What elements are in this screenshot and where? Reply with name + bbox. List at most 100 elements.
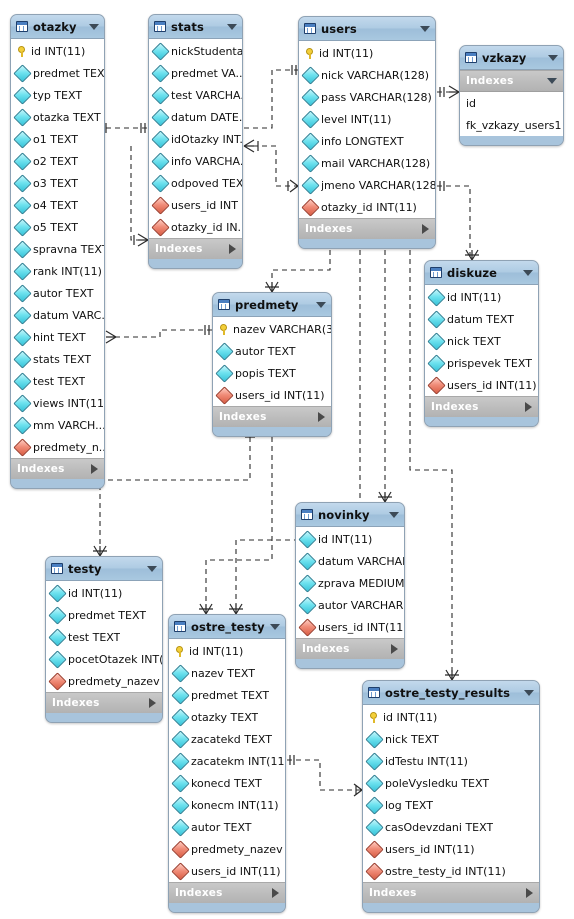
table-otazky[interactable]: otazky id INT(11) predmet TEXT typ TEXT otaz… [10,14,105,489]
triangle-down-icon[interactable] [523,269,533,276]
triangle-right-icon[interactable] [229,244,236,254]
triangle-down-icon[interactable] [420,25,430,32]
indexes-bar-otazky[interactable]: Indexes [11,458,104,479]
table-column[interactable]: id INT(11) [46,582,162,604]
table-testy[interactable]: testy id INT(11) predmet TEXT test TEXT poce… [45,556,163,723]
triangle-right-icon[interactable] [91,464,98,474]
table-column[interactable]: o1 TEXT [11,128,104,150]
table-column[interactable]: popis TEXT [213,362,331,384]
table-header-users[interactable]: users [299,17,435,41]
triangle-right-icon[interactable] [149,698,156,708]
table-column[interactable]: datum VARCHAR(15) [296,550,404,572]
triangle-down-icon[interactable] [524,689,534,696]
table-column[interactable]: o4 TEXT [11,194,104,216]
table-column[interactable]: konecd TEXT [169,772,285,794]
triangle-down-icon[interactable] [270,623,280,630]
table-column[interactable]: id INT(11) [169,640,285,662]
indexes-bar-ostre_testy[interactable]: Indexes [169,882,285,903]
index-item[interactable]: fk_vzkazy_users1 [460,114,563,136]
indexes-bar-users[interactable]: Indexes [299,218,435,239]
table-column[interactable]: id INT(11) [425,286,538,308]
table-column[interactable]: datum VARC... [11,304,104,326]
table-column[interactable]: predmety_nazev V... [46,670,162,692]
triangle-right-icon[interactable] [525,402,532,412]
table-column[interactable]: otazky TEXT [169,706,285,728]
table-column[interactable]: id INT(11) [363,706,539,728]
table-column[interactable]: users_id INT(11) [363,838,539,860]
table-column[interactable]: predmet TEXT [46,604,162,626]
table-column[interactable]: o3 TEXT [11,172,104,194]
table-diskuze[interactable]: diskuze id INT(11) datum TEXT nick TEXT pris… [424,260,539,427]
table-column[interactable]: test TEXT [11,370,104,392]
triangle-down-icon[interactable] [227,23,237,30]
indexes-bar-vzkazy[interactable]: Indexes [460,70,563,92]
table-header-vzkazy[interactable]: vzkazy [460,46,563,70]
table-column[interactable]: autor TEXT [169,816,285,838]
table-users[interactable]: users id INT(11) nick VARCHAR(128) pass VAR… [298,16,436,249]
indexes-bar-diskuze[interactable]: Indexes [425,396,538,417]
table-column[interactable]: autor TEXT [213,340,331,362]
table-column[interactable]: ostre_testy_id INT(11) [363,860,539,882]
table-header-testy[interactable]: testy [46,557,162,581]
table-column[interactable]: zprava MEDIUMTEXT [296,572,404,594]
table-column[interactable]: predmet VA... [149,62,242,84]
indexes-bar-novinky[interactable]: Indexes [296,638,404,659]
table-header-ostre_testy[interactable]: ostre_testy [169,615,285,639]
table-column[interactable]: datum TEXT [425,308,538,330]
table-column[interactable]: konecm INT(11) [169,794,285,816]
table-column[interactable]: users_id INT(11) [213,384,331,406]
table-column[interactable]: datum DATE... [149,106,242,128]
table-column[interactable]: otazka TEXT [11,106,104,128]
table-column[interactable]: otazky_id IN... [149,216,242,238]
table-column[interactable]: idTestu INT(11) [363,750,539,772]
table-column[interactable]: nick TEXT [363,728,539,750]
table-header-diskuze[interactable]: diskuze [425,261,538,285]
table-column[interactable]: rank INT(11) [11,260,104,282]
table-column[interactable]: poleVysledku TEXT [363,772,539,794]
table-ostre_testy_results[interactable]: ostre_testy_results id INT(11) nick TEXT id… [362,680,540,913]
table-column[interactable]: idOtazky INT... [149,128,242,150]
triangle-right-icon[interactable] [272,888,279,898]
triangle-down-icon[interactable] [147,565,157,572]
table-column[interactable]: predmety_nazev ... [169,838,285,860]
table-column[interactable]: info LONGTEXT [299,130,435,152]
table-column[interactable]: predmet TEXT [11,62,104,84]
table-vzkazy[interactable]: vzkazy Indexes id fk_vzkazy_users1 [459,45,564,146]
index-item[interactable]: id [460,92,563,114]
table-column[interactable]: predmet TEXT [169,684,285,706]
triangle-down-icon[interactable] [389,511,399,518]
table-column[interactable]: level INT(11) [299,108,435,130]
indexes-bar-stats[interactable]: Indexes [149,238,242,259]
table-column[interactable]: views INT(11) [11,392,104,414]
table-header-stats[interactable]: stats [149,15,242,39]
table-column[interactable]: otazky_id INT(11) [299,196,435,218]
triangle-down-icon[interactable] [89,23,99,30]
table-column[interactable]: nickStudenta... [149,40,242,62]
table-column[interactable]: autor TEXT [11,282,104,304]
table-column[interactable]: o2 TEXT [11,150,104,172]
table-column[interactable]: info VARCHA... [149,150,242,172]
table-column[interactable]: stats TEXT [11,348,104,370]
table-column[interactable]: jmeno VARCHAR(128) [299,174,435,196]
triangle-right-icon[interactable] [422,224,429,234]
table-column[interactable]: nazev TEXT [169,662,285,684]
table-column[interactable]: casOdevzdani TEXT [363,816,539,838]
triangle-down-icon[interactable] [548,54,558,61]
indexes-bar-ostre_testy_results[interactable]: Indexes [363,882,539,903]
table-column[interactable]: prispevek TEXT [425,352,538,374]
table-column[interactable]: users_id INT ... [149,194,242,216]
table-column[interactable]: typ TEXT [11,84,104,106]
triangle-right-icon[interactable] [391,644,398,654]
triangle-down-icon[interactable] [316,301,326,308]
table-column[interactable]: spravna TEXT [11,238,104,260]
table-header-novinky[interactable]: novinky [296,503,404,527]
table-column[interactable]: nick VARCHAR(128) [299,64,435,86]
table-column[interactable]: id INT(11) [296,528,404,550]
table-column[interactable]: odpoved TEXT [149,172,242,194]
table-column[interactable]: predmety_n... [11,436,104,458]
table-column[interactable]: nazev VARCHAR(30) [213,318,331,340]
table-column[interactable]: nick TEXT [425,330,538,352]
table-column[interactable]: test VARCHA... [149,84,242,106]
table-header-predmety[interactable]: predmety [213,293,331,317]
indexes-bar-predmety[interactable]: Indexes [213,406,331,427]
